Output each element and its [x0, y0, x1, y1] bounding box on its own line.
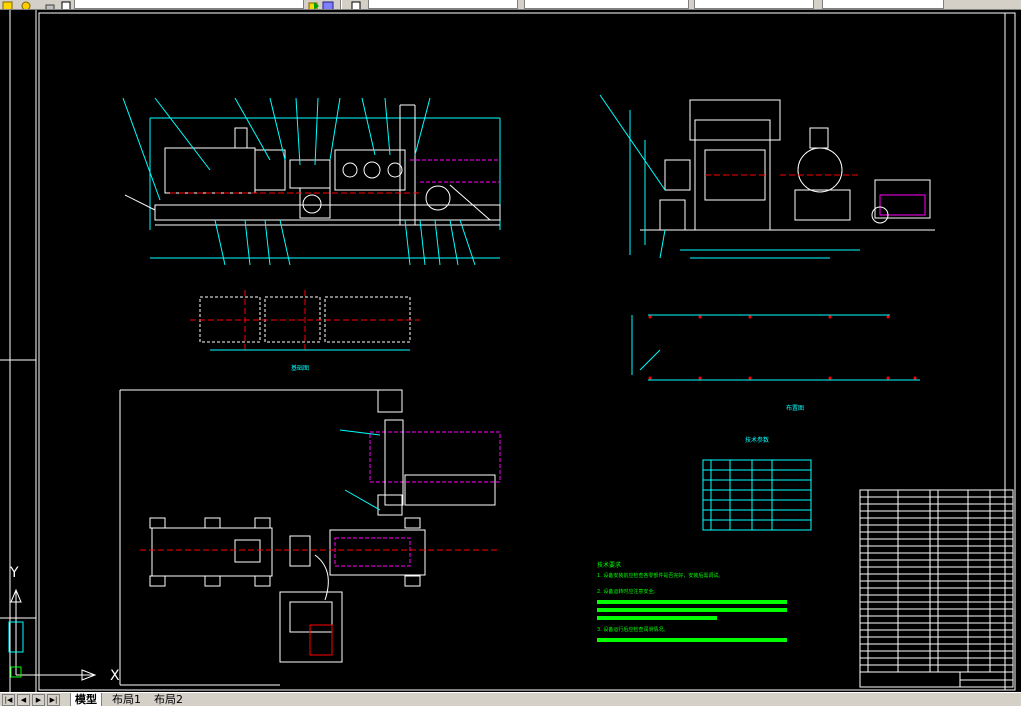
- ucs-x-label: X: [110, 668, 120, 684]
- ucs-icon: Y X: [8, 565, 120, 684]
- tab-layout2[interactable]: 布局2: [150, 693, 187, 706]
- title-block: [859, 489, 1014, 688]
- tech-req-title: 技术要求: [597, 561, 621, 569]
- tech-requirements: 技术要求 1. 设备安装前应检查各零部件是否完好，安装后需调试。 2. 设备运转…: [597, 561, 787, 642]
- lineweight-dropdown[interactable]: [694, 0, 814, 9]
- plotstyle-dropdown[interactable]: [822, 0, 944, 9]
- color-square-icon[interactable]: [60, 0, 72, 9]
- tab-layout1[interactable]: 布局1: [108, 693, 145, 706]
- lock-icon[interactable]: [44, 0, 56, 9]
- layout-tabbar: |◀ ◀ ▶ ▶| 模型 布局1 布局2: [0, 692, 1021, 706]
- tech-table-title: 技术参数: [745, 436, 769, 444]
- color-swatch-icon[interactable]: [350, 0, 362, 9]
- tab-nav-first-button[interactable]: |◀: [2, 694, 15, 706]
- ucs-y-label: Y: [9, 565, 19, 581]
- cad-drawing[interactable]: 基础图 布置图 技术参数 技术要求 1. 设备安装前应检查各零部件是否完好，安装…: [0, 10, 1021, 692]
- make-current-icon[interactable]: [308, 0, 320, 9]
- tab-model[interactable]: 模型: [70, 693, 102, 706]
- foundation-plan-left: 基础图: [190, 290, 420, 372]
- tab-nav-last-button[interactable]: ▶|: [47, 694, 60, 706]
- foundation-plan-right: 布置图: [631, 314, 920, 412]
- tech-req-2: 2. 设备运转时应注意安全。: [597, 588, 658, 595]
- foundation-label: 基础图: [291, 364, 309, 372]
- sun-icon[interactable]: [20, 0, 32, 9]
- layer-icon[interactable]: [2, 0, 14, 9]
- toolbar: [0, 0, 1021, 10]
- plan-view: [119, 389, 501, 686]
- tech-params-table: 技术参数: [702, 436, 812, 531]
- layout-label: 布置图: [786, 404, 804, 412]
- drawing-canvas[interactable]: 基础图 布置图 技术参数 技术要求 1. 设备安装前应检查各零部件是否完好，安装…: [0, 10, 1021, 692]
- side-elevation: [122, 97, 501, 266]
- layer-previous-icon[interactable]: [322, 0, 334, 9]
- layer-dropdown[interactable]: [74, 0, 304, 9]
- linetype-dropdown[interactable]: [524, 0, 689, 9]
- tab-nav-prev-button[interactable]: ◀: [17, 694, 30, 706]
- color-dropdown[interactable]: [368, 0, 518, 9]
- tab-nav-next-button[interactable]: ▶: [32, 694, 45, 706]
- end-elevation: [599, 94, 935, 259]
- tech-req-3: 3. 设备运行后应检查润滑情况。: [597, 626, 668, 633]
- tech-req-1: 1. 设备安装前应检查各零部件是否完好，安装后需调试。: [597, 572, 723, 579]
